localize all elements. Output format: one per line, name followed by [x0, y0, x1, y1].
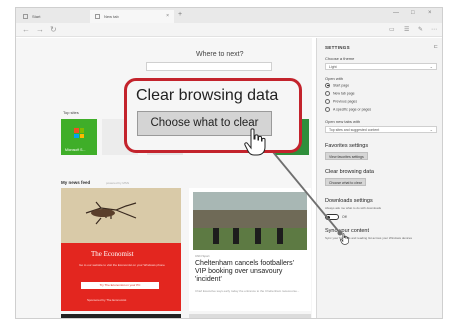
lobster-icon [85, 201, 137, 225]
tab-label: New tab [104, 14, 119, 19]
radio-start-page[interactable]: Start page [325, 82, 350, 88]
page-heading: Where to next? [196, 51, 244, 58]
open-with-label: Open with [325, 76, 344, 81]
toggle-state: Off [342, 215, 347, 219]
news-body: Chief Executive says early today the ent… [195, 289, 300, 293]
chevron-down-icon: ⌄ [429, 64, 433, 69]
radio-label: A specific page or pages [333, 107, 372, 112]
news-image [193, 192, 307, 250]
economist-image [61, 188, 181, 243]
microsoft-logo-icon [74, 128, 84, 138]
economist-cta-button[interactable]: Try The Economist on your PC [81, 282, 159, 289]
new-tabs-value: Top sites and suggested content [329, 128, 380, 132]
news-card[interactable] [61, 314, 181, 318]
nav-bar: ← → ↻ ▭ ☰ ✎ ⋯ [16, 23, 442, 37]
downloads-toggle[interactable] [325, 214, 339, 220]
tab-new-tab[interactable]: New tab × [90, 10, 174, 23]
tab-label: Start [32, 14, 41, 19]
choose-theme-label: Choose a theme [325, 56, 355, 61]
radio-previous-pages[interactable]: Previous pages [325, 98, 358, 104]
economist-text: Go to our website to visit the Economist… [79, 263, 165, 267]
forward-icon[interactable]: → [36, 25, 44, 34]
maximize-button[interactable]: □ [411, 10, 415, 16]
economist-footer: Sponsored by The Economist [87, 298, 127, 302]
page-icon [95, 14, 100, 19]
radio-label: Previous pages [333, 99, 358, 104]
radio-selected-icon [325, 82, 330, 88]
search-input[interactable] [146, 62, 272, 71]
hand-cursor-icon [244, 128, 266, 156]
note-icon[interactable]: ✎ [418, 26, 423, 33]
economist-title: The Economist [91, 250, 134, 258]
top-sites-label: Top sites [63, 110, 79, 115]
minimize-button[interactable]: — [393, 10, 399, 16]
downloads-heading: Downloads settings [325, 198, 373, 204]
pin-icon[interactable]: ⊏ [434, 44, 438, 50]
economist-card[interactable]: The Economist Go to our website to visit… [61, 188, 181, 311]
chevron-down-icon: ⌄ [429, 127, 433, 132]
more-icon[interactable]: ⋯ [431, 26, 437, 33]
radio-icon [325, 90, 330, 96]
radio-icon [325, 106, 330, 112]
news-headline[interactable]: Cheltenham cancels footballers' VIP book… [195, 260, 307, 284]
favorites-settings-button[interactable]: View favorites settings [325, 152, 368, 160]
hand-cursor-icon [340, 233, 349, 245]
close-window-button[interactable]: × [428, 10, 432, 16]
back-icon[interactable]: ← [22, 25, 30, 34]
tile-label: Microsoft S... [65, 148, 86, 152]
hub-icon[interactable]: ☰ [404, 26, 409, 33]
browser-window: Start New tab × + — □ × ← → ↻ ▭ ☰ ✎ ⋯ Wh… [15, 7, 443, 319]
news-card[interactable]: CNN Sport Cheltenham cancels footballers… [189, 188, 311, 311]
settings-panel: SETTINGS ⊏ Choose a theme Light ⌄ Open w… [316, 38, 442, 318]
radio-specific-page[interactable]: A specific page or pages [325, 106, 372, 112]
theme-value: Light [329, 65, 337, 69]
settings-title: SETTINGS [325, 45, 350, 50]
news-feed-sub: powered by MSN [106, 181, 130, 185]
close-tab-icon[interactable]: × [166, 13, 169, 19]
radio-icon [325, 98, 330, 104]
new-tab-button[interactable]: + [178, 11, 182, 18]
refresh-icon[interactable]: ↻ [50, 25, 57, 34]
favorites-heading: Favorites settings [325, 143, 369, 149]
zoom-callout: Clear browsing data Choose what to clear [124, 78, 302, 153]
new-tabs-select[interactable]: Top sites and suggested content ⌄ [325, 126, 437, 133]
downloads-sub: Always ask me what to do with downloads [325, 206, 382, 210]
top-site-tile-microsoft[interactable]: Microsoft S... [61, 119, 97, 155]
page-icon [23, 14, 28, 19]
reading-view-icon[interactable]: ▭ [389, 26, 395, 33]
news-source: CNN Sport [195, 254, 210, 258]
tab-start[interactable]: Start [18, 10, 90, 23]
news-card[interactable] [189, 314, 311, 318]
callout-title: Clear browsing data [136, 87, 279, 104]
radio-label: Start page [333, 83, 350, 88]
title-bar: Start New tab × + — □ × [16, 8, 442, 23]
new-tabs-label: Open new tabs with [325, 119, 361, 124]
clear-browsing-heading: Clear browsing data [325, 169, 374, 175]
news-feed-label: My news feed [61, 180, 91, 185]
radio-label: New tab page [333, 91, 355, 96]
choose-what-to-clear-button[interactable]: Choose what to clear [325, 178, 366, 186]
radio-new-tab-page[interactable]: New tab page [325, 90, 355, 96]
theme-select[interactable]: Light ⌄ [325, 63, 437, 70]
